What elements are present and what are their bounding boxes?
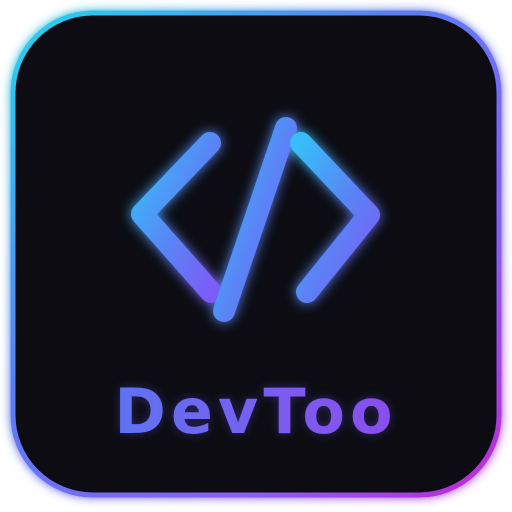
app-icon-canvas: DevToo — [0, 0, 512, 512]
app-name-label: DevToo — [0, 374, 512, 450]
